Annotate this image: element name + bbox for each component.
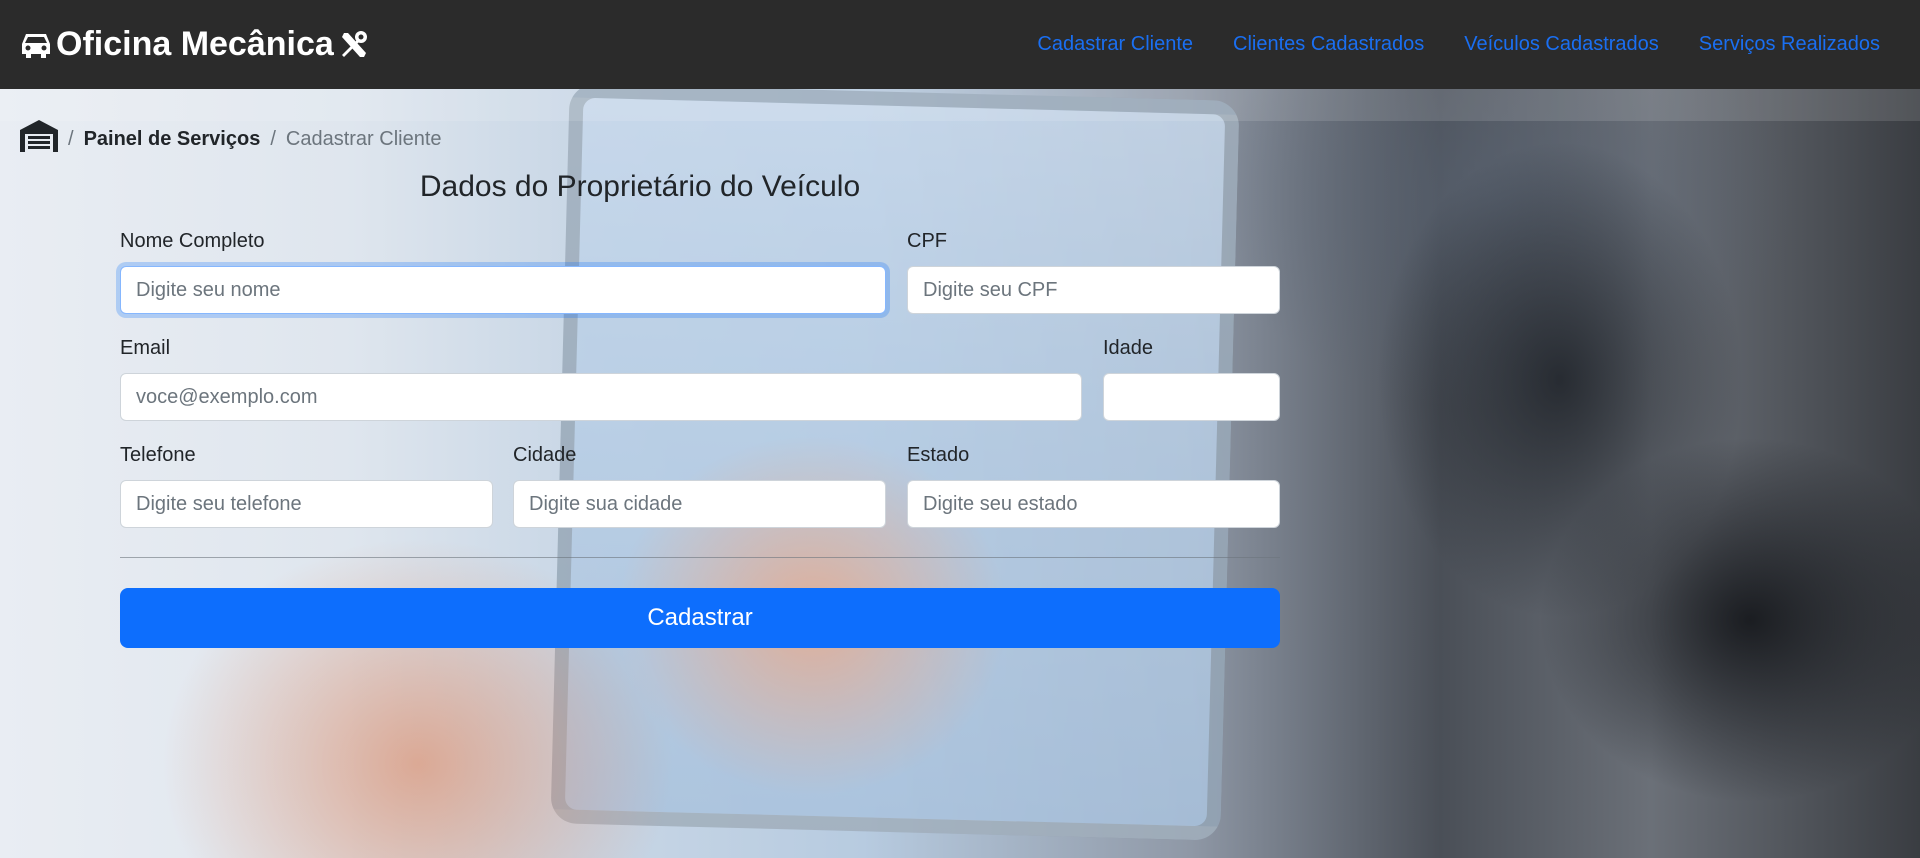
nome-label: Nome Completo [120,230,265,252]
telefone-label: Telefone [120,444,196,466]
telefone-input[interactable] [120,480,493,528]
nav-link-cadastrar-cliente[interactable]: Cadastrar Cliente [1037,33,1193,56]
cpf-input[interactable] [907,266,1280,314]
idade-label: Idade [1103,337,1154,359]
navbar: Oficina Mecânica Cadastrar Cliente Clien… [0,0,1920,89]
email-label: Email [120,337,171,359]
estado-input[interactable] [907,480,1280,528]
garage-icon[interactable] [20,120,58,158]
form-title: Dados do Proprietário do Veículo [419,170,861,203]
cidade-label: Cidade [513,444,577,466]
nome-completo-input[interactable] [120,266,886,314]
breadcrumb-bar [0,89,1920,121]
nav-links: Cadastrar Cliente Clientes Cadastrados V… [1037,33,1880,56]
nav-link-servicos-realizados[interactable]: Serviços Realizados [1699,33,1880,56]
brand-link[interactable]: Oficina Mecânica [20,25,370,64]
form-divider [120,557,1280,558]
estado-label: Estado [907,444,970,466]
breadcrumb: / Painel de Serviços / Cadastrar Cliente [20,120,442,158]
breadcrumb-current-page: Cadastrar Cliente [285,127,442,150]
breadcrumb-separator: / [270,127,276,150]
nav-link-veiculos-cadastrados[interactable]: Veículos Cadastrados [1464,33,1659,56]
cidade-input[interactable] [513,480,886,528]
cadastrar-button[interactable]: Cadastrar [120,588,1280,648]
brand-title: Oficina Mecânica [56,25,334,63]
tools-icon [338,29,370,61]
car-icon [20,30,52,60]
breadcrumb-painel-de-servicos[interactable]: Painel de Serviços [84,128,261,151]
cpf-label: CPF [907,230,947,252]
idade-input[interactable] [1103,373,1280,421]
breadcrumb-separator: / [68,127,74,150]
email-input[interactable] [120,373,1082,421]
nav-link-clientes-cadastrados[interactable]: Clientes Cadastrados [1233,33,1424,56]
